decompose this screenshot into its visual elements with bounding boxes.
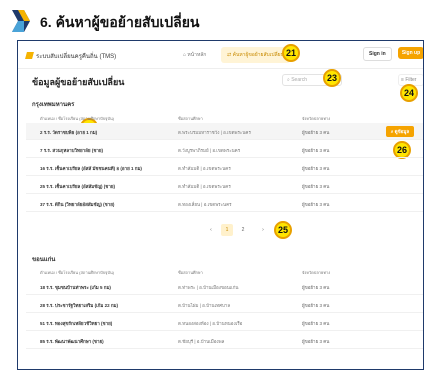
area-cell: ต.บ้านไผ่ม | อ.บ้านเทศบาล (178, 303, 231, 308)
province-cell: ผู้ขอย้าย 3 คน (302, 303, 330, 308)
area-cell: ต.ทองเลี่ยน | อ.เขตพระนคร (178, 202, 232, 207)
province-cell: ผู้ขอย้าย 3 คน (302, 130, 330, 135)
callout-badge-25: 25 (274, 221, 292, 239)
school-cell: 85 ร.ร. พัฒนาพัฒนาศึกษา (ชาย) (40, 339, 104, 344)
nav-home-link[interactable]: ⌂ หน้าหลัก (183, 51, 206, 59)
province-cell: ผู้ขอย้าย 3 คน (302, 166, 330, 171)
province-cell: ผู้ขอย้าย 3 คน (302, 321, 330, 326)
page-title: ข้อมูลผู้ขอย้ายสับเปลี่ยน (32, 77, 125, 87)
app-screenshot-frame: ระบบสับเปลี่ยนครูคืนถิ่น (TMS) ⌂ หน้าหลั… (17, 40, 424, 370)
signup-button[interactable]: Sign up (398, 47, 423, 59)
area-cell: ต.ทำสัมมติ | อ.เขตพระนคร (178, 166, 231, 171)
search-placeholder: Search (291, 77, 308, 83)
school-cell: 51 ร.ร. ทองสุขรักเหลียวชีวิทยา (ชาย) (40, 321, 113, 326)
school-cell: 16 ร.ร. เซ็นคาเบรียล (อัสสั มัชชนคนที) อ… (40, 166, 142, 171)
section-title-bangkok: กรุงเทพมหานคร (32, 102, 75, 108)
table-row[interactable]: 7 ร.ร. สวนกุหลาบวิทยาลัย (ชาย) ต.วังบูรพ… (26, 141, 423, 158)
page-button-1[interactable]: 1 (221, 224, 233, 236)
table-row[interactable]: 28 ร.ร. ประชารัฐวิทยาเสริม (เก้ม 22 กม) … (26, 296, 423, 313)
callout-badge-24: 24 (400, 84, 418, 102)
document-title: 6. ค้นหาผู้ขอย้ายสับเปลี่ยน (40, 14, 200, 30)
province-cell: ผู้ขอย้าย 3 คน (302, 184, 330, 189)
nav-search-link[interactable]: ⇄ ค้นหาผู้ขอย้ายสับเปลี่ยน (221, 47, 290, 63)
table-row[interactable]: 16 ร.ร. เซ็นคาเบรียล (อัสสั มัชชนคนที) อ… (26, 159, 423, 176)
signin-button[interactable]: Sign in (363, 47, 392, 61)
province-cell: ผู้ขอย้าย 3 คน (302, 285, 330, 290)
table-row[interactable]: 37 ร.ร. ดีกิน (วิทยาลัยอัสสัมชัญ) (ชาย) … (26, 195, 423, 212)
pagination-prev-button[interactable]: ‹ (205, 224, 217, 236)
document-header: 6. ค้นหาผู้ขอย้ายสับเปลี่ยน (0, 0, 424, 40)
column-header-school: ตำแหน่ง / ชื่อโรงเรียน (สถานศึกษาปัจจุบั… (40, 270, 115, 275)
nav-search-label: ค้นหาผู้ขอย้ายสับเปลี่ยน (232, 52, 284, 58)
view-details-label: ดูข้อมูล (394, 129, 410, 134)
province-cell: ผู้ขอย้าย 3 คน (302, 202, 330, 207)
brand-logo-icon (25, 52, 34, 59)
province-cell: ผู้ขอย้าย 3 คน (302, 339, 330, 344)
table-row[interactable]: 25 ร.ร. เซ็นคาเบรียล (อัสสัมชัญ) (ชาย) ต… (26, 177, 423, 194)
school-cell: 18 ร.ร. ชุมชนบ้านท่าพระ (เก้ม 5 กม) (40, 285, 111, 290)
callout-badge-21: 21 (282, 44, 300, 62)
school-cell: 2 ร.ร. วัดราชบพิธ (อาย 1 กม) (40, 130, 98, 135)
area-cell: ต.พระบรมมหาราชวัง | อ.เขตพระนคร (178, 130, 251, 135)
school-cell: 28 ร.ร. ประชารัฐวิทยาเสริม (เก้ม 22 กม) (40, 303, 119, 308)
area-cell: ต.วังบูรพาภิรมย์ | อ.เขตพระนคร (178, 148, 241, 153)
navbar: ระบบสับเปลี่ยนครูคืนถิ่น (TMS) ⌂ หน้าหลั… (18, 41, 423, 69)
area-cell: ต.ท่าพระ | อ.บ้านเมืองขอนแก่น (178, 285, 239, 290)
nav-home-label: หน้าหลัก (187, 52, 207, 58)
tms-logo-icon (12, 10, 30, 32)
table-row[interactable]: 2 ร.ร. วัดราชบพิธ (อาย 1 กม) ต.พระบรมมหา… (26, 123, 423, 140)
filter-label: Filter (405, 77, 417, 83)
school-cell: 25 ร.ร. เซ็นคาเบรียล (อัสสัมชัญ) (ชาย) (40, 184, 116, 189)
column-header-area: ชื่อสถานศึกษา (178, 270, 203, 275)
column-header-province: จังหวัดปลายทาง (302, 116, 331, 121)
area-cell: ต.หนองสองห้อง | อ.บ้านหนองเรือ (178, 321, 243, 326)
column-header-school: ตำแหน่ง / ชื่อโรงเรียน (สถานศึกษาปัจจุบั… (40, 116, 115, 121)
pagination-next-button[interactable]: › (257, 224, 269, 236)
table-row[interactable]: 51 ร.ร. ทองสุขรักเหลียวชีวิทยา (ชาย) ต.ห… (26, 314, 423, 331)
view-details-button[interactable]: ⌕ ดูข้อมูล (386, 126, 414, 137)
area-cell: ต.ชัยบุรี | อ.บ้านเมืองพล (178, 339, 225, 344)
section-title-khonkaen: ขอนแก่น (32, 257, 56, 263)
table-row[interactable]: 85 ร.ร. พัฒนาพัฒนาศึกษา (ชาย) ต.ชัยบุรี … (26, 332, 423, 349)
brand[interactable]: ระบบสับเปลี่ยนครูคืนถิ่น (TMS) (25, 51, 117, 61)
page-button-2[interactable]: 2 (237, 224, 249, 236)
column-header-area: ชื่อสถานศึกษา (178, 116, 203, 121)
table-row[interactable]: 18 ร.ร. ชุมชนบ้านท่าพระ (เก้ม 5 กม) ต.ท่… (26, 278, 423, 295)
callout-badge-23: 23 (323, 69, 341, 87)
area-cell: ต.ทำสัมมติ | อ.เขตพระนคร (178, 184, 231, 189)
column-header-province: จังหวัดปลายทาง (302, 270, 331, 275)
brand-label: ระบบสับเปลี่ยนครูคืนถิ่น (TMS) (36, 54, 117, 60)
province-cell: ผู้ขอย้าย 3 คน (302, 148, 330, 153)
school-cell: 37 ร.ร. ดีกิน (วิทยาลัยอัสสัมชัญ) (ชาย) (40, 202, 115, 207)
school-cell: 7 ร.ร. สวนกุหลาบวิทยาลัย (ชาย) (40, 148, 104, 153)
